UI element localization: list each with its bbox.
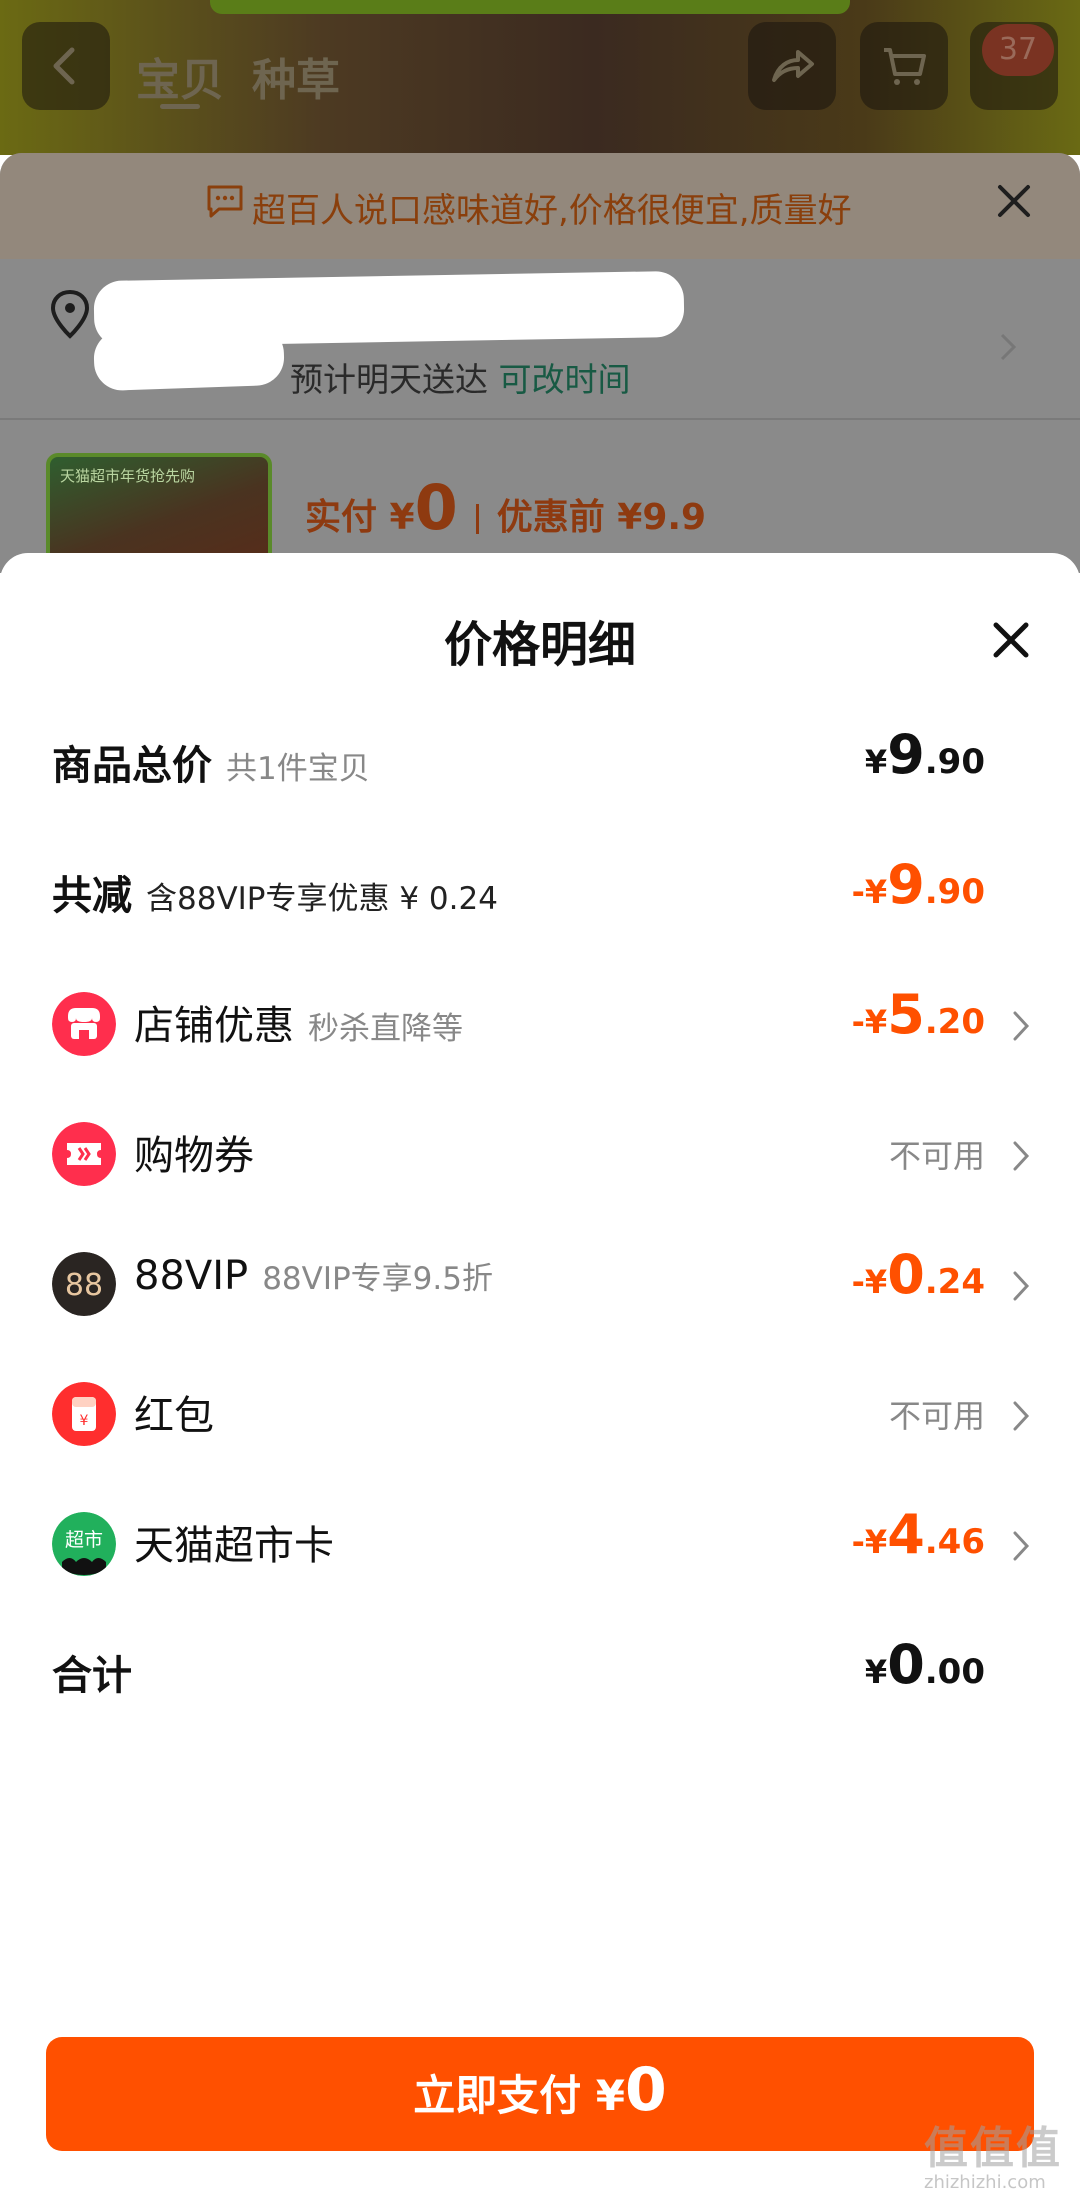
pay-now-amount: 0	[625, 2055, 667, 2125]
row-label: 合计	[52, 1653, 132, 1699]
row-amount: -¥0.24	[851, 1243, 985, 1306]
row-sublabel: 秒杀直降等	[308, 1011, 463, 1047]
chat-bubble-icon	[207, 185, 243, 218]
review-banner-text: 超百人说口感味道好,价格很便宜,质量好	[252, 191, 852, 231]
tab-item[interactable]: 宝贝	[136, 44, 224, 108]
divider	[0, 418, 1080, 420]
row-label: 88VIP 88VIP专享9.5折	[134, 1253, 493, 1299]
share-button[interactable]	[748, 22, 836, 110]
chevron-right-icon	[1013, 1271, 1030, 1301]
svg-text:超市: 超市	[65, 1529, 103, 1551]
row-label: 购物券	[134, 1133, 254, 1179]
vip88-row[interactable]: 88 88VIP 88VIP专享9.5折 -¥0.24	[0, 1243, 1080, 1323]
row-label: 天猫超市卡	[134, 1523, 334, 1569]
subtotal-row: 商品总价 共1件宝贝 ¥9.90	[0, 723, 1080, 803]
price-details-sheet: 价格明细 商品总价 共1件宝贝 ¥9.90 共减 含88VIP专享优惠 ¥ 0.24…	[0, 553, 1080, 2197]
cart-icon	[884, 48, 926, 85]
row-label: 共减 含88VIP专享优惠 ¥ 0.24	[52, 873, 498, 919]
row-label: 店铺优惠 秒杀直降等	[134, 1003, 463, 1049]
vip88-icon: 88	[52, 1252, 116, 1316]
red-packet-row[interactable]: ¥ 红包 不可用	[0, 1373, 1080, 1453]
delivery-info[interactable]: 预计明天送达 可改时间	[290, 353, 631, 401]
chevron-right-icon	[1000, 333, 1017, 361]
svg-text:88: 88	[65, 1268, 103, 1303]
header-decoration	[210, 0, 850, 14]
row-sublabel: 88VIP专享9.5折	[262, 1261, 493, 1297]
row-amount: -¥5.20	[851, 983, 985, 1046]
total-discount-row: 共减 含88VIP专享优惠 ¥ 0.24 -¥9.90	[0, 853, 1080, 933]
row-amount: -¥9.90	[851, 853, 985, 916]
tmall-supermarket-card-row[interactable]: 超市 天猫超市卡 -¥4.46	[0, 1503, 1080, 1583]
watermark: 值值值 zhizhizhi.com	[924, 2112, 1074, 2193]
pay-now-button[interactable]: 立即支付 ¥0	[46, 2037, 1034, 2151]
watermark-logo: 值值值	[924, 2123, 1062, 2174]
chevron-right-icon	[1013, 1531, 1030, 1561]
chevron-right-icon	[1013, 1401, 1030, 1431]
change-time-link[interactable]: 可改时间	[499, 360, 631, 399]
store-discount-row[interactable]: 店铺优惠 秒杀直降等 -¥5.20	[0, 983, 1080, 1063]
row-sublabel: 共1件宝贝	[226, 751, 370, 787]
before-discount-price: 优惠前 ¥9.9	[496, 497, 707, 538]
close-icon[interactable]	[990, 619, 1032, 661]
unavailable-status: 不可用	[888, 1137, 985, 1175]
address-redacted	[93, 324, 285, 392]
red-packet-icon: ¥	[52, 1382, 116, 1446]
location-pin-icon	[50, 289, 90, 339]
store-icon	[52, 992, 116, 1056]
unavailable-status: 不可用	[888, 1397, 985, 1435]
chevron-right-icon	[1013, 1011, 1030, 1041]
tab-reviews[interactable]: 种草	[252, 44, 340, 108]
chevron-right-icon	[1013, 1141, 1030, 1171]
row-sublabel: 含88VIP专享优惠 ¥ 0.24	[146, 881, 498, 917]
back-button[interactable]	[22, 22, 110, 110]
cart-count-badge: 37	[982, 24, 1054, 76]
row-amount: -¥4.46	[851, 1503, 985, 1566]
share-icon	[772, 50, 814, 82]
row-label: 红包	[134, 1393, 214, 1439]
tmall-supermarket-card-icon: 超市	[52, 1512, 116, 1576]
delivery-estimate: 预计明天送达	[290, 360, 488, 399]
row-label: 商品总价 共1件宝贝	[52, 743, 370, 789]
actual-pay: 实付 ¥0 优惠前 ¥9.9	[305, 471, 706, 544]
row-amount: ¥9.90	[864, 723, 985, 786]
order-confirm-background: 超百人说口感味道好,价格很便宜,质量好 预计明天送达 可改时间 天猫超市年货抢先…	[0, 153, 1080, 573]
total-row: 合计 ¥0.00	[0, 1633, 1080, 1713]
shopping-coupon-row[interactable]: 购物券 不可用	[0, 1113, 1080, 1193]
tab-indicator	[160, 104, 200, 109]
chevron-left-icon	[53, 47, 75, 85]
row-amount: ¥0.00	[864, 1633, 985, 1696]
sheet-title: 价格明细	[443, 617, 636, 673]
svg-text:¥: ¥	[80, 1413, 89, 1429]
close-icon[interactable]	[994, 181, 1034, 221]
coupon-icon	[52, 1122, 116, 1186]
cart-button[interactable]	[860, 22, 948, 110]
actual-pay-label: 实付 ¥	[305, 497, 415, 538]
thumbnail-caption: 天猫超市年货抢先购	[60, 467, 196, 485]
pay-now-label: 立即支付 ¥	[413, 2071, 626, 2120]
actual-pay-amount: 0	[414, 471, 458, 544]
